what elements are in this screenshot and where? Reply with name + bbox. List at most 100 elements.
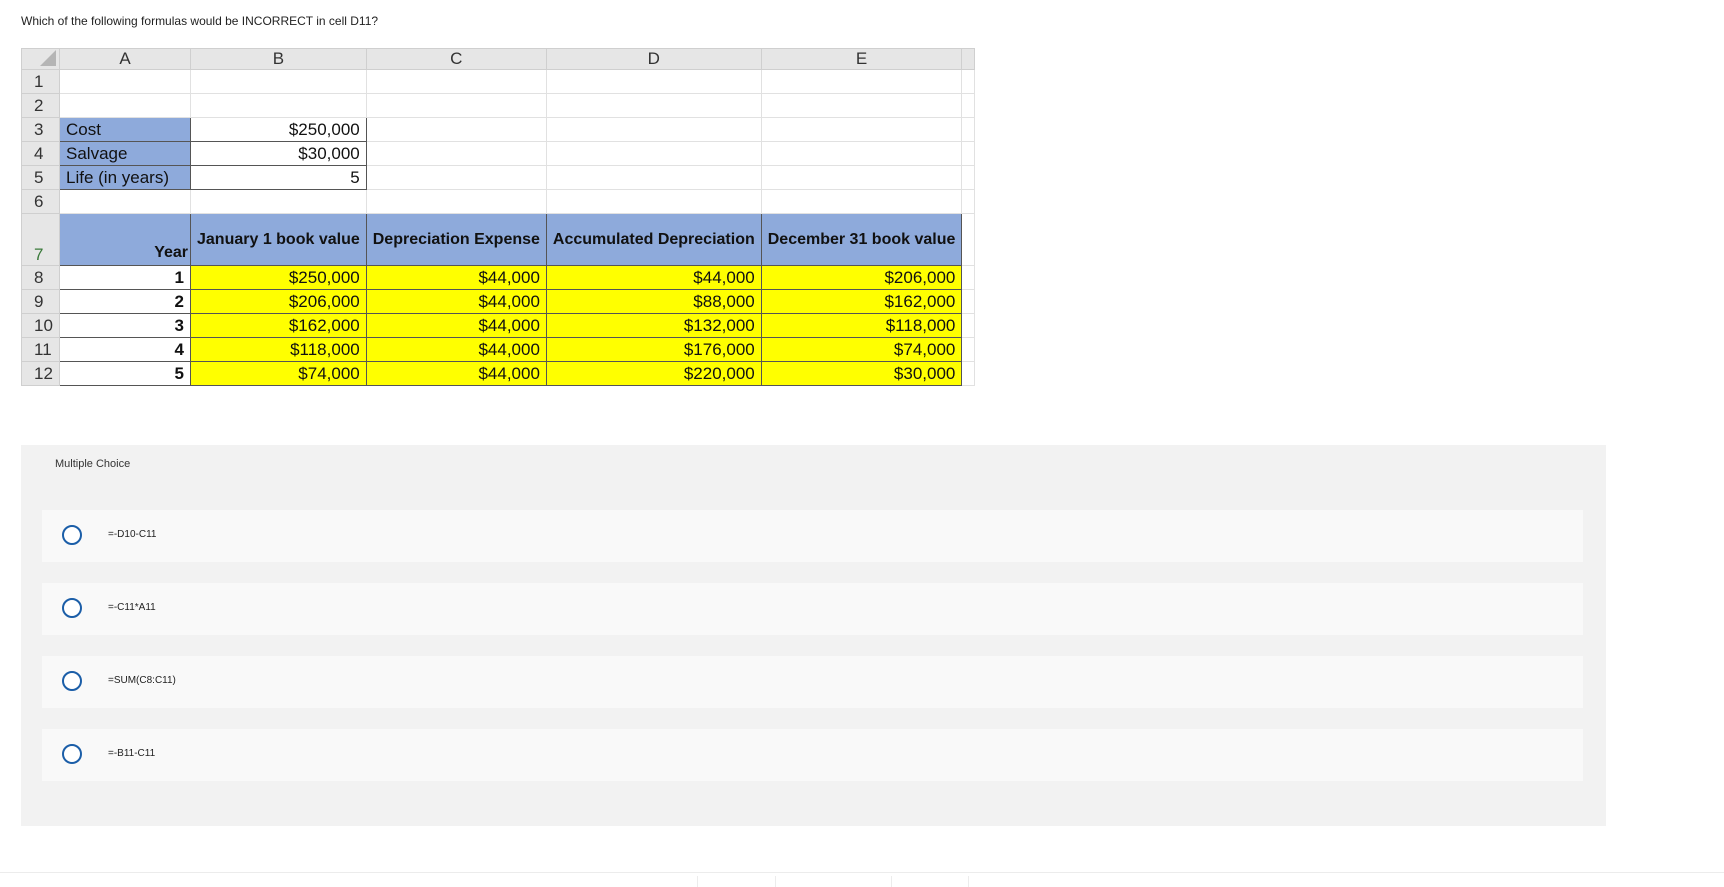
cell[interactable]	[961, 117, 976, 142]
cell[interactable]	[545, 165, 762, 190]
cell[interactable]	[760, 117, 963, 142]
dec-book-value-cell[interactable]: $206,000	[760, 265, 963, 290]
header-jan-book-value[interactable]: January 1 book value	[190, 213, 367, 266]
cell[interactable]	[961, 189, 976, 214]
column-header-e[interactable]: E	[760, 48, 963, 70]
column-header-d[interactable]: D	[545, 48, 762, 70]
cell[interactable]	[59, 93, 191, 118]
row-header[interactable]: 3	[21, 117, 60, 142]
life-label-cell[interactable]: Life (in years)	[59, 165, 191, 190]
cell[interactable]	[760, 189, 963, 214]
cell[interactable]	[961, 361, 976, 386]
depreciation-expense-cell[interactable]: $44,000	[365, 337, 547, 362]
cell[interactable]	[365, 141, 547, 166]
year-cell[interactable]: 5	[59, 361, 191, 386]
cell[interactable]	[365, 165, 547, 190]
cell[interactable]	[365, 117, 547, 142]
choice-option-4[interactable]: =-B11-C11	[42, 729, 1583, 781]
accumulated-depreciation-cell[interactable]: $220,000	[545, 361, 762, 386]
row-header[interactable]: 8	[21, 265, 60, 290]
header-dec-book-value[interactable]: December 31 book value	[760, 213, 963, 266]
cell[interactable]	[961, 265, 976, 290]
cell[interactable]	[961, 313, 976, 338]
column-header-b[interactable]: B	[190, 48, 367, 70]
radio-button-icon[interactable]	[62, 744, 82, 764]
year-cell[interactable]: 1	[59, 265, 191, 290]
depreciation-expense-cell[interactable]: $44,000	[365, 289, 547, 314]
jan-book-value-cell[interactable]: $118,000	[190, 337, 367, 362]
radio-button-icon[interactable]	[62, 671, 82, 691]
choice-option-3[interactable]: =SUM(C8:C11)	[42, 656, 1583, 708]
cell[interactable]	[961, 165, 976, 190]
cell[interactable]	[961, 69, 976, 94]
cell[interactable]	[190, 93, 367, 118]
cell[interactable]	[545, 141, 762, 166]
salvage-value-cell[interactable]: $30,000	[190, 141, 367, 166]
row-header[interactable]: 4	[21, 141, 60, 166]
header-year[interactable]: Year	[59, 213, 191, 266]
jan-book-value-cell[interactable]: $250,000	[190, 265, 367, 290]
year-cell[interactable]: 3	[59, 313, 191, 338]
accumulated-depreciation-cell[interactable]: $132,000	[545, 313, 762, 338]
radio-button-icon[interactable]	[62, 598, 82, 618]
select-all-corner[interactable]	[21, 48, 60, 70]
row-header[interactable]: 7	[21, 213, 60, 266]
row-header[interactable]: 6	[21, 189, 60, 214]
cell[interactable]	[961, 93, 976, 118]
depreciation-expense-cell[interactable]: $44,000	[365, 361, 547, 386]
row-header[interactable]: 11	[21, 337, 60, 362]
depreciation-expense-cell[interactable]: $44,000	[365, 313, 547, 338]
accumulated-depreciation-cell[interactable]: $44,000	[545, 265, 762, 290]
choice-option-2[interactable]: =-C11*A11	[42, 583, 1583, 635]
cell[interactable]	[961, 337, 976, 362]
row-header[interactable]: 1	[21, 69, 60, 94]
cell[interactable]	[760, 69, 963, 94]
dec-book-value-cell[interactable]: $162,000	[760, 289, 963, 314]
cost-label-cell[interactable]: Cost	[59, 117, 191, 142]
dec-book-value-cell[interactable]: $118,000	[760, 313, 963, 338]
row-header[interactable]: 5	[21, 165, 60, 190]
cell[interactable]	[365, 69, 547, 94]
accumulated-depreciation-cell[interactable]: $88,000	[545, 289, 762, 314]
cell[interactable]	[760, 165, 963, 190]
cell[interactable]	[760, 141, 963, 166]
depreciation-expense-cell[interactable]: $44,000	[365, 265, 547, 290]
multiple-choice-title: Multiple Choice	[55, 458, 131, 470]
row-header[interactable]: 9	[21, 289, 60, 314]
row-header[interactable]: 2	[21, 93, 60, 118]
cell[interactable]	[961, 289, 976, 314]
cell[interactable]	[545, 189, 762, 214]
life-value-cell[interactable]: 5	[190, 165, 367, 190]
row-header[interactable]: 12	[21, 361, 60, 386]
column-header-f[interactable]	[961, 48, 976, 70]
cell[interactable]	[190, 69, 367, 94]
cell[interactable]	[545, 117, 762, 142]
salvage-label-cell[interactable]: Salvage	[59, 141, 191, 166]
row-header[interactable]: 10	[21, 313, 60, 338]
cell[interactable]	[59, 189, 191, 214]
column-header-c[interactable]: C	[365, 48, 547, 70]
cell[interactable]	[545, 93, 762, 118]
column-header-a[interactable]: A	[59, 48, 191, 70]
jan-book-value-cell[interactable]: $74,000	[190, 361, 367, 386]
cost-value-cell[interactable]: $250,000	[190, 117, 367, 142]
jan-book-value-cell[interactable]: $206,000	[190, 289, 367, 314]
dec-book-value-cell[interactable]: $30,000	[760, 361, 963, 386]
cell[interactable]	[365, 93, 547, 118]
jan-book-value-cell[interactable]: $162,000	[190, 313, 367, 338]
cell[interactable]	[545, 69, 762, 94]
cell[interactable]	[365, 189, 547, 214]
cell[interactable]	[760, 93, 963, 118]
accumulated-depreciation-cell-d11[interactable]: $176,000	[545, 337, 762, 362]
cell[interactable]	[59, 69, 191, 94]
cell[interactable]	[961, 141, 976, 166]
year-cell[interactable]: 4	[59, 337, 191, 362]
header-depreciation-expense[interactable]: Depreciation Expense	[365, 213, 547, 266]
year-cell[interactable]: 2	[59, 289, 191, 314]
radio-button-icon[interactable]	[62, 525, 82, 545]
header-accumulated-depreciation[interactable]: Accumulated Depreciation	[545, 213, 762, 266]
choice-option-1[interactable]: =-D10-C11	[42, 510, 1583, 562]
cell[interactable]	[190, 189, 367, 214]
cell[interactable]	[961, 213, 976, 266]
dec-book-value-cell[interactable]: $74,000	[760, 337, 963, 362]
